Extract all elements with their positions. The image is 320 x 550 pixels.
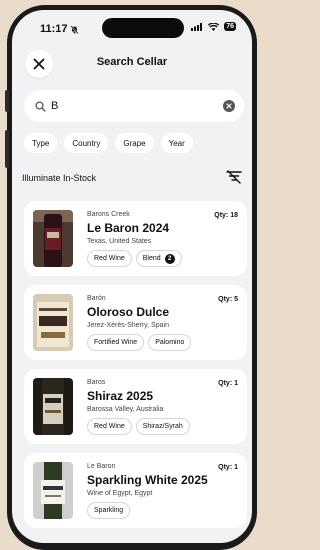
wifi-icon [208, 22, 220, 31]
illuminate-toggle[interactable] [226, 170, 242, 189]
filter-year[interactable]: Year [160, 133, 193, 153]
wine-origin: Jerez-Xérès-Sherry, Spain [87, 322, 169, 329]
wine-card[interactable]: Le Baron Sparkling White 2025 Wine of Eg… [24, 453, 247, 528]
wine-quantity: Qty: 1 [218, 380, 238, 387]
filter-country[interactable]: Country [64, 133, 109, 153]
search-icon [35, 100, 46, 112]
wine-card[interactable]: Barons Creek Le Baron 2024 Texas, United… [24, 201, 247, 276]
wine-name: Sparkling White 2025 [87, 473, 208, 487]
wine-origin: Wine of Egypt, Egypt [87, 490, 153, 497]
tag-count-badge: 2 [164, 253, 175, 264]
wine-name: Le Baron 2024 [87, 221, 170, 235]
wine-name: Shiraz 2025 [87, 389, 154, 403]
bell-off-icon [70, 25, 79, 34]
clear-icon [226, 103, 232, 109]
wine-producer: Barons Creek [87, 211, 130, 218]
wine-bottle-image [33, 210, 73, 267]
dynamic-island [102, 18, 184, 38]
wine-quantity: Qty: 1 [218, 464, 238, 471]
filter-type[interactable]: Type [24, 133, 58, 153]
search-bar [24, 90, 244, 122]
wine-origin: Barossa Valley, Australia [87, 406, 164, 413]
search-input[interactable] [51, 100, 211, 112]
wine-name: Oloroso Dulce [87, 305, 170, 319]
phone-side-button [5, 90, 9, 112]
filter-chips: Type Country Grape Year [24, 133, 193, 153]
screen: 11:17 76 Search Cellar B Type Country Gr… [12, 10, 252, 543]
wine-producer: Le Baron [87, 463, 116, 470]
wine-quantity: Qty: 5 [218, 296, 238, 303]
battery-icon: 76 [224, 22, 236, 31]
wine-tag: Blend 2 [135, 250, 182, 267]
filter-grape[interactable]: Grape [115, 133, 154, 153]
wine-origin: Texas, United States [87, 238, 152, 245]
phone-side-button [5, 130, 9, 168]
status-bar: 11:17 76 [12, 10, 252, 46]
wine-bottle-image [33, 462, 73, 519]
wine-bottle-image [33, 294, 73, 351]
wine-producer: Baros [87, 379, 106, 386]
clear-search-button[interactable] [223, 100, 235, 112]
wine-quantity: Qty: 18 [214, 212, 238, 219]
wine-tag: Red Wine [87, 418, 132, 435]
illuminate-label: Illuminate In-Stock [22, 173, 97, 183]
wine-bottle-image [33, 378, 73, 435]
filter-off-icon [226, 170, 242, 184]
wine-tag: Red Wine [87, 250, 132, 267]
wine-card[interactable]: Baros Shiraz 2025 Barossa Valley, Austra… [24, 369, 247, 444]
wine-tag: Palomino [148, 334, 192, 351]
wine-card[interactable]: Barón Oloroso Dulce Jerez-Xérès-Sherry, … [24, 285, 247, 360]
wine-tag: Shiraz/Syrah [135, 418, 190, 435]
signal-icon [191, 22, 203, 31]
status-time: 11:17 [40, 23, 68, 35]
wine-tag: Sparkling [87, 502, 131, 519]
wine-tag: Fortified Wine [87, 334, 145, 351]
wine-producer: Barón [87, 295, 106, 302]
page-title: Search Cellar [96, 56, 168, 68]
